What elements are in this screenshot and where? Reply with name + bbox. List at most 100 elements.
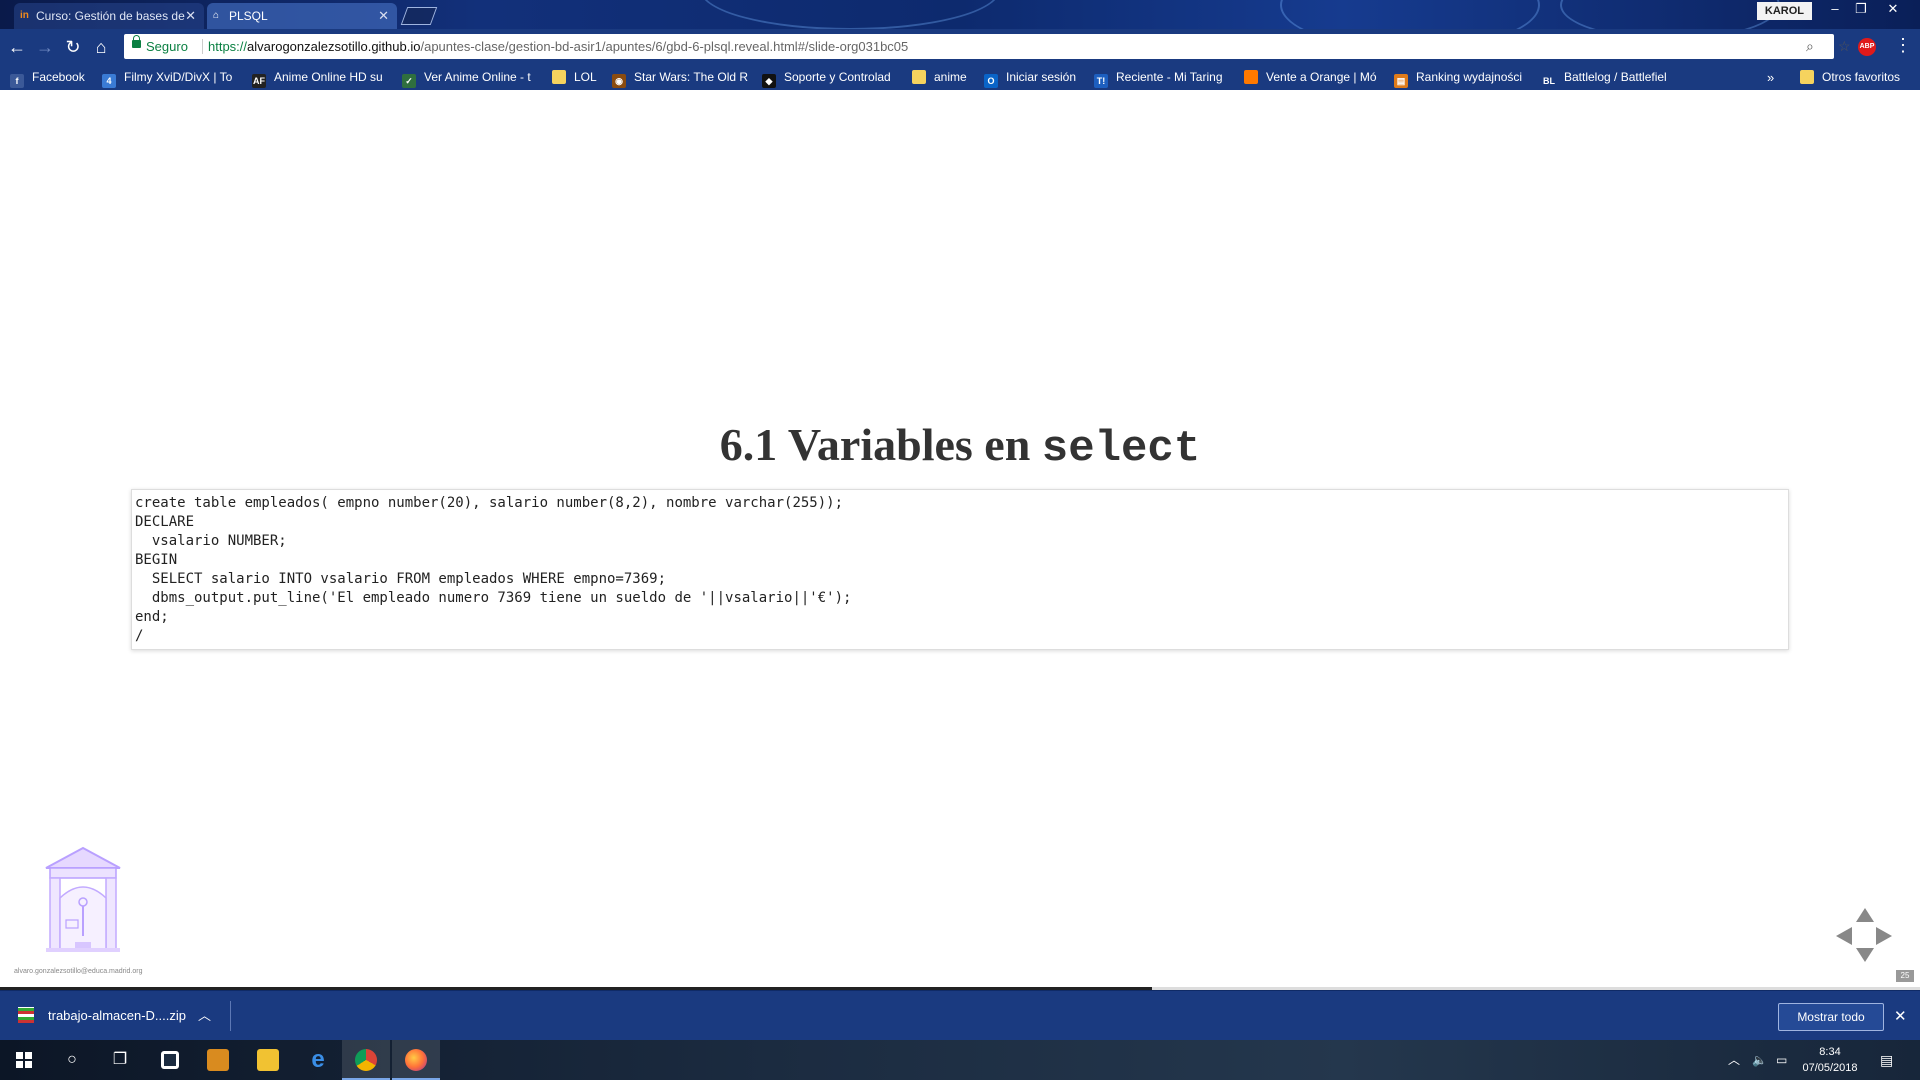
firefox-browser-icon[interactable] <box>392 1040 440 1080</box>
school-logo <box>45 846 121 952</box>
folder-icon <box>552 70 566 84</box>
profile-button[interactable]: KAROL <box>1756 2 1812 20</box>
navigate-right-icon[interactable] <box>1876 927 1892 945</box>
address-bar[interactable]: Seguro https://alvarogonzalezsotillo.git… <box>124 34 1851 59</box>
volume-icon[interactable]: 🔈 <box>1752 1040 1767 1080</box>
bookmark-ver-anime-online[interactable]: ✓ Ver Anime Online - t <box>402 65 538 90</box>
folder-icon <box>912 70 926 84</box>
url-text: https://alvarogonzalezsotillo.github.io/… <box>208 34 908 59</box>
bookmark-label: anime <box>934 70 967 84</box>
tab-title: PLSQL <box>229 9 268 23</box>
bookmark-filmy[interactable]: 4 Filmy XviD/DivX | To <box>102 65 240 90</box>
ranking-icon: ▤ <box>1394 74 1408 88</box>
bookmark-soporte[interactable]: ◆ Soporte y Controlad <box>762 65 898 90</box>
network-icon[interactable]: ▭ <box>1776 1040 1787 1080</box>
store-icon[interactable] <box>146 1040 194 1080</box>
windows-taskbar: ○ ❐ e ︿ 🔈 ▭ 8:34 07/05/2018 ▤ <box>0 1040 1920 1080</box>
bookmark-orange[interactable]: Vente a Orange | Mó <box>1244 65 1380 90</box>
edge-browser-icon[interactable]: e <box>294 1040 342 1080</box>
file-explorer-icon[interactable] <box>244 1040 292 1080</box>
forward-icon[interactable]: → <box>34 36 56 58</box>
home-icon[interactable]: ⌂ <box>90 36 112 58</box>
close-tab-icon[interactable]: ✕ <box>185 3 196 29</box>
slide-title: 6.1 Variables en select <box>0 418 1920 474</box>
filmy-icon: 4 <box>102 74 116 88</box>
navigate-down-icon[interactable] <box>1856 948 1874 962</box>
bookmark-star-icon[interactable]: ☆ <box>1838 34 1851 59</box>
url-host: alvarogonzalezsotillo.github.io <box>247 39 421 54</box>
browser-menu-icon[interactable]: ⋮ <box>1894 35 1912 56</box>
browser-toolbar: ← → ↻ ⌂ Seguro https://alvarogonzalezsot… <box>0 29 1920 65</box>
bookmark-folder-lol[interactable]: LOL <box>552 65 606 90</box>
tab-course[interactable]: in Curso: Gestión de bases de ✕ <box>14 3 204 29</box>
back-icon[interactable]: ← <box>6 36 28 58</box>
bookmark-label: Ranking wydajności <box>1416 70 1523 84</box>
code-line: / <box>135 628 144 644</box>
bookmark-iniciar-sesion[interactable]: O Iniciar sesión <box>984 65 1084 90</box>
adblock-extension-icon[interactable]: ABP <box>1858 38 1876 56</box>
bookmark-taringa[interactable]: T! Reciente - Mi Taring <box>1094 65 1228 90</box>
wallpaper-swirl <box>1280 0 1540 29</box>
code-line: create table empleados( empno number(20)… <box>135 495 844 511</box>
cortana-search-icon[interactable]: ○ <box>48 1040 96 1080</box>
zoom-search-icon[interactable]: ⌕ <box>1806 34 1814 59</box>
url-scheme: https:// <box>208 39 248 54</box>
windows-start-icon[interactable] <box>0 1040 48 1080</box>
battlelog-icon: BL <box>1542 74 1556 88</box>
browser-tab-strip: in Curso: Gestión de bases de ✕ ⌂ PLSQL … <box>0 0 1920 29</box>
navigate-up-icon[interactable] <box>1856 908 1874 922</box>
url-path: /apuntes-clase/gestion-bd-asir1/apuntes/… <box>420 39 909 54</box>
archive-file-icon <box>18 1007 34 1023</box>
download-shelf: trabajo-almacen-D....zip ︿ Mostrar todo … <box>0 990 1920 1040</box>
code-line: vsalario NUMBER; <box>135 533 287 549</box>
close-window-icon[interactable]: ✕ <box>1878 0 1908 20</box>
code-line: BEGIN <box>135 552 178 568</box>
bookmark-otros-favoritos[interactable]: Otros favoritos <box>1800 65 1912 90</box>
code-line: dbms_output.put_line('El empleado numero… <box>135 590 852 606</box>
slide-title-code: select <box>1041 424 1201 474</box>
ver-anime-icon: ✓ <box>402 74 416 88</box>
chrome-browser-icon[interactable] <box>342 1040 390 1080</box>
media-player-icon[interactable] <box>194 1040 242 1080</box>
bookmark-label: Vente a Orange | Mó <box>1266 70 1377 84</box>
system-clock[interactable]: 8:34 07/05/2018 <box>1800 1044 1860 1076</box>
outlook-icon: O <box>984 74 998 88</box>
bookmark-label: Otros favoritos <box>1822 70 1901 84</box>
screen: in Curso: Gestión de bases de ✕ ⌂ PLSQL … <box>0 0 1920 1080</box>
bookmark-anime-online-hd[interactable]: AF Anime Online HD su <box>252 65 388 90</box>
task-view-icon[interactable]: ❐ <box>96 1040 144 1080</box>
slide-title-text: 6.1 Variables en <box>719 419 1042 470</box>
tab-plsql[interactable]: ⌂ PLSQL ✕ <box>207 3 397 29</box>
slide-number: 25 <box>1896 970 1914 982</box>
bookmark-battlelog[interactable]: BL Battlelog / Battlefiel <box>1542 65 1678 90</box>
bookmark-label: Reciente - Mi Taring <box>1116 70 1223 84</box>
bookmarks-bar: f Facebook 4 Filmy XviD/DivX | To AF Anime … <box>0 65 1920 90</box>
bookmark-folder-anime[interactable]: anime <box>912 65 978 90</box>
restore-icon[interactable]: ❐ <box>1846 0 1876 20</box>
bookmark-label: Filmy XviD/DivX | To <box>124 70 233 84</box>
author-email: alvaro.gonzalezsotillo@educa.madrid.org <box>14 968 143 975</box>
tab-title: Curso: Gestión de bases de <box>36 9 185 23</box>
new-tab-button[interactable] <box>400 7 438 25</box>
close-tab-icon[interactable]: ✕ <box>378 3 389 29</box>
download-file-name: trabajo-almacen-D....zip <box>48 1008 186 1023</box>
bookmark-facebook[interactable]: f Facebook <box>10 65 102 90</box>
bookmark-label: Soporte y Controlad <box>784 70 891 84</box>
reload-icon[interactable]: ↻ <box>62 36 84 58</box>
close-download-shelf-icon[interactable]: ✕ <box>1894 1005 1907 1029</box>
slide-viewport: 6.1 Variables en select create table emp… <box>0 90 1920 990</box>
swtor-icon: ◉ <box>612 74 626 88</box>
more-bookmarks-icon[interactable]: » <box>1767 65 1774 90</box>
bookmark-ranking[interactable]: ▤ Ranking wydajności <box>1394 65 1528 90</box>
action-center-icon[interactable]: ▤ <box>1880 1040 1893 1080</box>
show-all-downloads-button[interactable]: Mostrar todo <box>1778 1003 1884 1031</box>
show-hidden-icons-icon[interactable]: ︿ <box>1728 1040 1740 1080</box>
slide-navigation-controls <box>1836 908 1892 964</box>
code-block: create table empleados( empno number(20)… <box>131 489 1789 650</box>
bookmark-star-wars[interactable]: ◉ Star Wars: The Old R <box>612 65 748 90</box>
download-item[interactable]: trabajo-almacen-D....zip <box>18 1003 186 1029</box>
bookmark-label: Ver Anime Online - t <box>424 70 531 84</box>
navigate-left-icon[interactable] <box>1836 927 1852 945</box>
download-options-chevron-icon[interactable]: ︿ <box>198 1003 211 1029</box>
bookmark-label: LOL <box>574 70 597 84</box>
